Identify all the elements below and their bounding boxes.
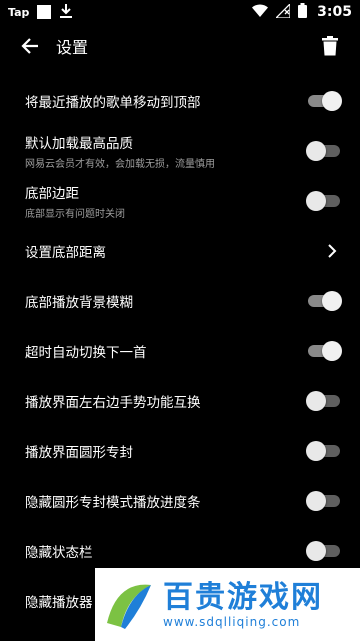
battery-icon	[298, 3, 308, 21]
toggle-thumb	[306, 391, 326, 411]
settings-row-texts: 隐藏圆形专封模式播放进度条	[25, 491, 201, 511]
settings-toggle[interactable]	[306, 491, 342, 511]
settings-row[interactable]: 默认加载最高品质网易云会员才有效，会加载无损，流量慎用	[0, 126, 360, 176]
arrow-left-icon	[21, 38, 38, 54]
page-title: 设置	[56, 38, 89, 57]
settings-row-label: 默认加载最高品质	[25, 136, 133, 152]
settings-toggle[interactable]	[306, 391, 342, 411]
settings-row-texts: 将最近播放的歌单移动到顶部	[25, 91, 201, 111]
settings-row-label: 将最近播放的歌单移动到顶部	[25, 95, 201, 111]
settings-toggle[interactable]	[306, 441, 342, 461]
settings-row-description: 底部显示有问题时关闭	[25, 209, 125, 220]
status-time: 3:05	[317, 4, 352, 20]
settings-toggle[interactable]	[306, 291, 342, 311]
delete-button[interactable]	[314, 30, 346, 62]
settings-list: 将最近播放的歌单移动到顶部 默认加载最高品质网易云会员才有效，会加载无损，流量慎用…	[0, 76, 360, 626]
settings-row-label: 底部播放背景模糊	[25, 295, 133, 311]
toggle-thumb	[306, 141, 326, 161]
watermark-url: www.sdqlliqing.com	[163, 614, 301, 629]
settings-toggle[interactable]	[306, 191, 342, 211]
settings-toggle[interactable]	[306, 91, 342, 111]
settings-row-texts: 播放界面圆形专封	[25, 441, 133, 461]
status-bar-right: 3:05	[252, 1, 352, 21]
toggle-thumb	[322, 91, 342, 111]
chevron-right-icon	[322, 241, 342, 261]
settings-row-label: 隐藏播放器	[25, 595, 93, 611]
settings-row-texts: 超时自动切换下一首	[25, 341, 147, 361]
toggle-thumb	[322, 291, 342, 311]
settings-row-label: 超时自动切换下一首	[25, 345, 147, 361]
watermark-name: 百贵游戏网	[163, 579, 323, 615]
settings-row-texts: 设置底部距离	[25, 241, 106, 261]
settings-row-texts: 隐藏状态栏	[25, 541, 93, 561]
toolbar: 设置	[0, 24, 360, 68]
watermark-banner: 百贵游戏网 www.sdqlliqing.com	[95, 568, 360, 641]
settings-row-label: 播放界面左右边手势功能互换	[25, 395, 201, 411]
watermark-logo	[107, 584, 151, 629]
settings-row[interactable]: 隐藏圆形专封模式播放进度条	[0, 476, 360, 526]
wifi-icon	[252, 3, 269, 21]
settings-toggle[interactable]	[306, 141, 342, 161]
settings-toggle[interactable]	[306, 341, 342, 361]
settings-row-texts: 隐藏播放器	[25, 591, 93, 611]
toggle-thumb	[306, 191, 326, 211]
toggle-thumb	[306, 441, 326, 461]
settings-row-texts: 底部播放背景模糊	[25, 291, 133, 311]
settings-row-texts: 默认加载最高品质网易云会员才有效，会加载无损，流量慎用	[25, 132, 215, 170]
status-app-label: Tap	[8, 5, 30, 19]
settings-row-label: 设置底部距离	[25, 245, 106, 261]
settings-row[interactable]: 播放界面左右边手势功能互换	[0, 376, 360, 426]
status-bar: Tap 3:05	[0, 0, 360, 24]
toggle-thumb	[306, 541, 326, 561]
settings-row[interactable]: 设置底部距离	[0, 226, 360, 276]
toggle-thumb	[322, 341, 342, 361]
watermark-text: 百贵游戏网 www.sdqlliqing.com	[163, 579, 323, 629]
settings-row[interactable]: 底部播放背景模糊	[0, 276, 360, 326]
download-icon	[59, 3, 73, 22]
settings-row-label: 底部边距	[25, 186, 79, 202]
settings-row-description: 网易云会员才有效，会加载无损，流量慎用	[25, 159, 215, 170]
settings-row[interactable]: 超时自动切换下一首	[0, 326, 360, 376]
settings-toggle[interactable]	[306, 541, 342, 561]
back-button[interactable]	[14, 30, 46, 62]
settings-row-label: 隐藏圆形专封模式播放进度条	[25, 495, 201, 511]
settings-row[interactable]: 将最近播放的歌单移动到顶部	[0, 76, 360, 126]
settings-row-label: 播放界面圆形专封	[25, 445, 133, 461]
trash-icon	[322, 36, 338, 56]
settings-row[interactable]: 播放界面圆形专封	[0, 426, 360, 476]
settings-row-label: 隐藏状态栏	[25, 545, 93, 561]
toggle-thumb	[306, 491, 326, 511]
signal-icon	[274, 1, 291, 21]
settings-row-texts: 播放界面左右边手势功能互换	[25, 391, 201, 411]
settings-row[interactable]: 底部边距底部显示有问题时关闭	[0, 176, 360, 226]
notification-square-icon	[37, 5, 52, 19]
settings-row-texts: 底部边距底部显示有问题时关闭	[25, 182, 125, 220]
status-bar-left: Tap	[8, 3, 73, 22]
